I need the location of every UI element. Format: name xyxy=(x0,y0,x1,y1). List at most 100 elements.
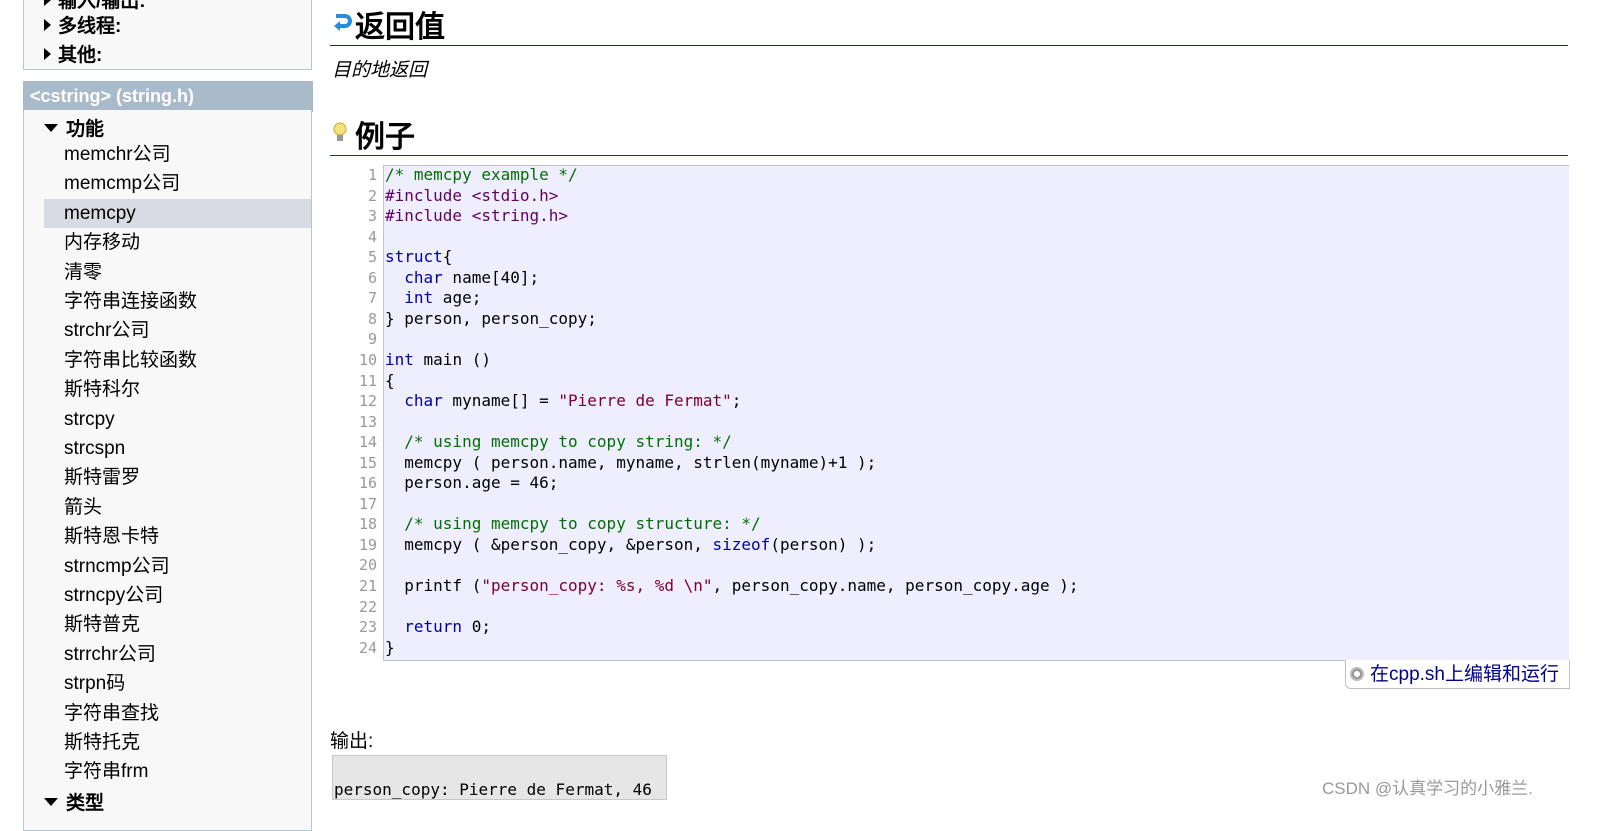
line-number: 23 xyxy=(358,618,377,637)
sidebar-item[interactable]: strcpy xyxy=(44,405,311,434)
line-number: 1 xyxy=(367,166,377,184)
code-token: /* memcpy example */ xyxy=(385,165,578,184)
code-token: main () xyxy=(413,349,491,369)
example-heading: 例子 xyxy=(330,112,1568,156)
sidebar-item[interactable]: 清零 xyxy=(44,258,311,287)
sidebar-header-cstring[interactable]: <cstring> (string.h) xyxy=(23,81,313,112)
code-token: return xyxy=(404,617,463,637)
output-box: person_copy: Pierre de Fermat, 46 xyxy=(332,755,667,800)
line-number: 24 xyxy=(358,638,377,657)
code-token: myname[] = xyxy=(442,391,559,411)
code-line: int age; xyxy=(385,288,481,307)
code-token: printf ( xyxy=(385,576,482,595)
sidebar-item[interactable]: 字符串连接函数 xyxy=(44,287,311,316)
sidebar-item[interactable]: strrchr公司 xyxy=(44,640,311,669)
sidebar-item[interactable]: 斯特普克 xyxy=(44,610,311,639)
sidebar-item[interactable]: memchr公司 xyxy=(44,140,311,169)
code-token: , person_copy.name, person_copy.age ); xyxy=(712,576,1079,595)
sidebar-item[interactable]: strchr公司 xyxy=(44,316,311,345)
line-number: 17 xyxy=(358,494,377,513)
code-token: person.age = 46; xyxy=(385,473,559,493)
line-number: 8 xyxy=(367,309,377,328)
gear-icon xyxy=(1350,667,1364,681)
code-token: } xyxy=(385,637,395,657)
sidebar-item[interactable]: 斯特科尔 xyxy=(44,375,311,404)
sidebar-item[interactable]: 字符串查找 xyxy=(44,699,311,728)
code-line: /* memcpy example */ xyxy=(385,165,578,184)
sidebar-item[interactable]: 斯特恩卡特 xyxy=(44,522,311,551)
sidebar-category-multithreading[interactable]: 多线程: xyxy=(44,11,121,38)
line-number: 13 xyxy=(358,412,377,431)
code-token: char xyxy=(404,391,443,411)
code-token: 0; xyxy=(462,617,491,637)
line-number: 19 xyxy=(358,535,377,554)
code-line: memcpy ( &person_copy, &person, sizeof(p… xyxy=(385,535,876,554)
code-line: char name[40]; xyxy=(385,268,539,287)
code-token: #include <stdio.h> xyxy=(385,185,559,205)
sidebar-item[interactable]: 内存移动 xyxy=(44,228,311,257)
line-number: 16 xyxy=(358,474,377,493)
line-number: 3 xyxy=(367,207,377,226)
caret-down-icon xyxy=(44,798,58,806)
code-token: /* using memcpy to copy structure: */ xyxy=(404,514,761,534)
caret-right-icon xyxy=(44,0,51,6)
line-number: 20 xyxy=(358,556,377,575)
code-token: { xyxy=(385,370,395,390)
line-number: 10 xyxy=(358,350,377,369)
code-token: "person_copy: %s, %d \n" xyxy=(481,576,713,595)
code-token: int xyxy=(385,349,414,369)
sidebar-item[interactable]: 字符串frm xyxy=(44,757,311,786)
code-line: int main () xyxy=(385,350,491,369)
sidebar-section-types[interactable]: 类型 xyxy=(44,788,104,815)
code-token: age; xyxy=(433,288,482,308)
output-text: person_copy: Pierre de Fermat, 46 xyxy=(334,780,652,799)
code-token: char xyxy=(404,267,443,287)
sidebar-cstring-box: 功能 memchr公司 memcmp公司 memcpy 内存移动 清零 字符串连接函数 st… xyxy=(23,110,312,831)
sidebar-item[interactable]: memcpy xyxy=(44,198,311,228)
sidebar-item[interactable]: 箭头 xyxy=(44,493,311,522)
line-number: 22 xyxy=(358,597,377,616)
output-label: 输出: xyxy=(330,731,374,752)
code-line: } person, person_copy; xyxy=(385,309,597,328)
return-arrow-icon xyxy=(334,14,352,31)
sidebar-item[interactable]: 斯特托克 xyxy=(44,728,311,757)
code-line: return 0; xyxy=(385,617,491,636)
sidebar-item[interactable]: strncmp公司 xyxy=(44,552,311,581)
line-number: 5 xyxy=(367,248,377,267)
code-token: sizeof xyxy=(712,534,771,554)
sidebar-item[interactable]: memcmp公司 xyxy=(44,169,311,198)
edit-run-cpp-sh-button[interactable]: 在cpp.sh上编辑和运行 xyxy=(1345,660,1570,689)
code-token: name[40]; xyxy=(442,267,540,287)
sidebar-category-other[interactable]: 其他: xyxy=(44,40,102,67)
code-token: "Pierre de Fermat" xyxy=(558,391,732,411)
sidebar-section-functions[interactable]: 功能 xyxy=(44,114,104,141)
code-line: /* using memcpy to copy structure: */ xyxy=(385,514,761,534)
caret-right-icon xyxy=(44,19,51,31)
code-line: printf ("person_copy: %s, %d \n", person… xyxy=(385,576,1079,595)
line-number: 11 xyxy=(358,371,377,390)
lightbulb-icon xyxy=(333,122,347,141)
code-line: memcpy ( person.name, myname, strlen(myn… xyxy=(385,453,876,472)
code-line: { xyxy=(385,371,395,390)
line-number: 7 xyxy=(367,289,377,308)
return-value-text: 目的地返回 xyxy=(332,60,428,81)
sidebar-item[interactable]: strncpy公司 xyxy=(44,581,311,610)
line-number: 4 xyxy=(367,227,377,246)
code-line: person.age = 46; xyxy=(385,473,558,492)
line-number: 18 xyxy=(358,515,377,534)
return-value-heading: 返回值 xyxy=(330,2,1568,46)
caret-down-icon xyxy=(44,124,58,132)
sidebar-item[interactable]: 斯特雷罗 xyxy=(44,463,311,492)
line-number: 9 xyxy=(367,330,377,349)
line-number: 14 xyxy=(358,433,377,452)
sidebar-item[interactable]: 字符串比较函数 xyxy=(44,346,311,375)
sidebar-item[interactable]: strcspn xyxy=(44,434,311,463)
watermark: CSDN @认真学习的小雅兰. xyxy=(1322,779,1533,798)
sidebar-item[interactable]: strpn码 xyxy=(44,669,311,698)
code-line: } xyxy=(385,638,395,657)
